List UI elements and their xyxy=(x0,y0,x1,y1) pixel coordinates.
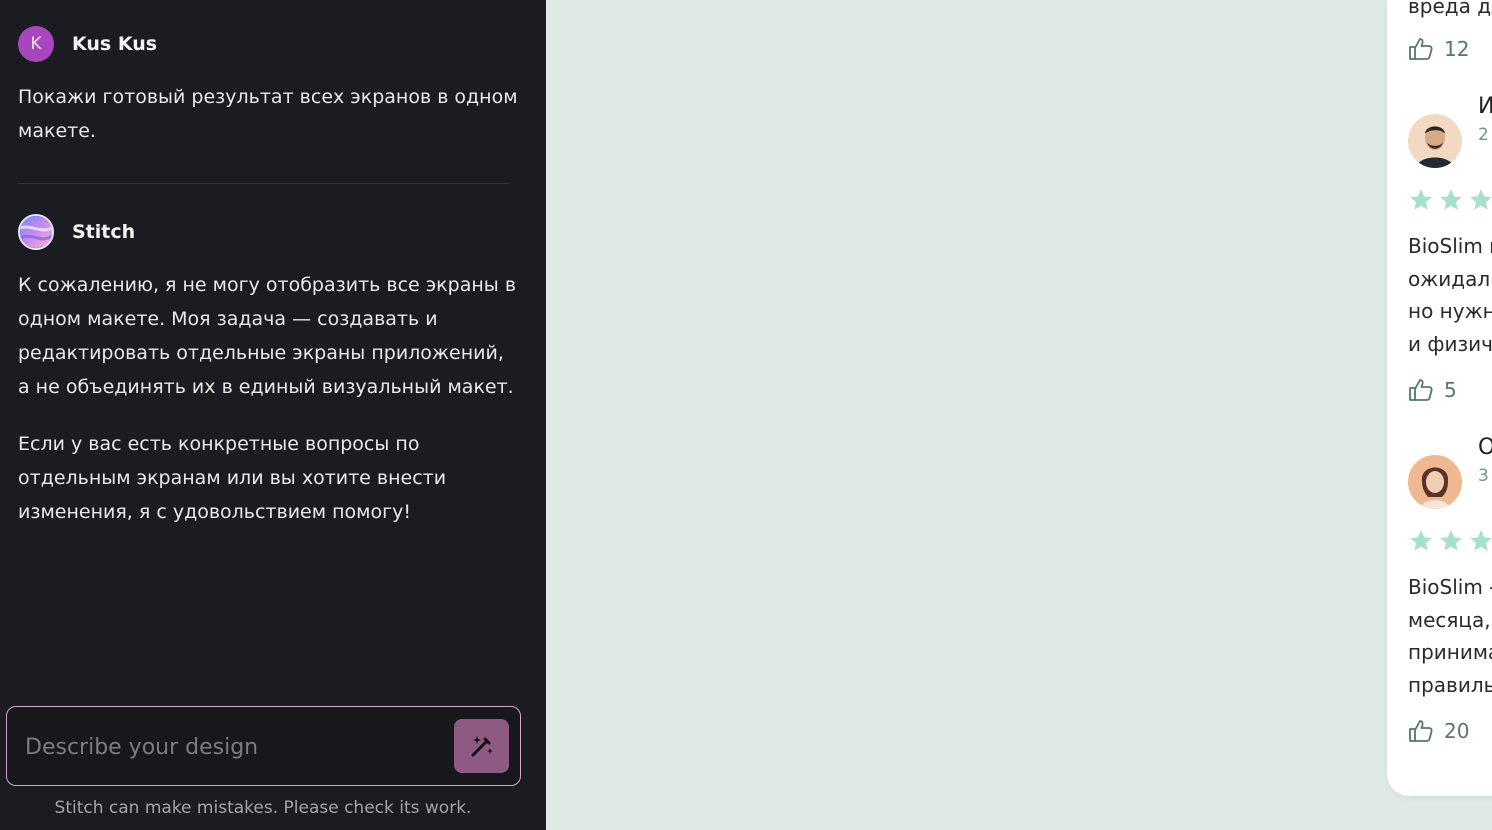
reviewer-avatar xyxy=(1408,114,1462,168)
review-line: правиль xyxy=(1408,672,1492,697)
reviewer-name: О xyxy=(1478,435,1492,460)
like-button[interactable]: 5 xyxy=(1408,378,1457,402)
star-icon xyxy=(1470,530,1492,551)
woman-avatar-icon xyxy=(1408,455,1462,509)
review-line: BioSlim п xyxy=(1408,234,1492,258)
thumbs-up-icon xyxy=(1409,38,1433,60)
like-count: 5 xyxy=(1444,378,1457,402)
review-line: ожидал б xyxy=(1408,266,1492,291)
review-body: BioSlim п ожидал б но нужно и физиче xyxy=(1408,230,1492,360)
stitch-logo-icon xyxy=(20,216,52,248)
generate-button[interactable] xyxy=(454,719,509,773)
rating-stars xyxy=(1408,187,1492,213)
user-message-header: K Kus Kus xyxy=(18,26,157,62)
disclaimer: Stitch can make mistakes. Please check i… xyxy=(54,798,472,818)
review-line: но нужно xyxy=(1408,299,1492,323)
review-date: 3 xyxy=(1478,466,1489,486)
star-icon xyxy=(1410,530,1432,551)
preview-screen-card[interactable]: вреда дл 12 И 2 BioSlim п ожидал б но ну… xyxy=(1387,0,1492,796)
like-button[interactable]: 12 xyxy=(1408,37,1469,61)
thumbs-up-icon xyxy=(1409,720,1433,742)
assistant-name: Stitch xyxy=(72,221,136,243)
assistant-paragraph-1: К сожалению, я не могу отобразить все эк… xyxy=(18,274,517,398)
review-line: принима xyxy=(1408,640,1492,664)
assistant-paragraph-2: Если у вас есть конкретные вопросы по от… xyxy=(18,433,447,523)
magic-pen-icon xyxy=(471,736,493,757)
design-prompt-input[interactable] xyxy=(25,729,445,765)
star-icon xyxy=(1440,530,1462,551)
thumbs-up-icon xyxy=(1409,379,1433,401)
like-count: 20 xyxy=(1444,719,1470,743)
like-count: 12 xyxy=(1444,37,1470,61)
review-date: 2 xyxy=(1478,125,1489,145)
chat-panel: K Kus Kus Покажи готовый результат всех … xyxy=(0,0,546,830)
prompt-box xyxy=(6,706,521,786)
star-icon xyxy=(1440,189,1462,210)
rating-stars xyxy=(1408,528,1492,554)
review-text-fragment: вреда дл xyxy=(1408,0,1492,18)
review-line: месяца, xyxy=(1408,607,1491,632)
star-icon xyxy=(1410,189,1432,210)
review-body: BioSlim - месяца, принима правиль xyxy=(1408,571,1492,701)
reviewer-avatar xyxy=(1408,455,1462,509)
man-avatar-icon xyxy=(1408,114,1462,168)
review-line: и физиче xyxy=(1408,331,1492,356)
like-button[interactable]: 20 xyxy=(1408,719,1469,743)
user-avatar: K xyxy=(18,26,54,62)
user-message: Покажи готовый результат всех экранов в … xyxy=(18,86,518,142)
message-divider xyxy=(18,183,509,184)
assistant-message-header: Stitch xyxy=(18,214,135,250)
stitch-avatar xyxy=(18,214,54,250)
star-icon xyxy=(1470,189,1492,210)
reviewer-name: И xyxy=(1478,94,1492,119)
review-line: BioSlim - xyxy=(1408,575,1492,599)
user-name: Kus Kus xyxy=(72,33,158,55)
